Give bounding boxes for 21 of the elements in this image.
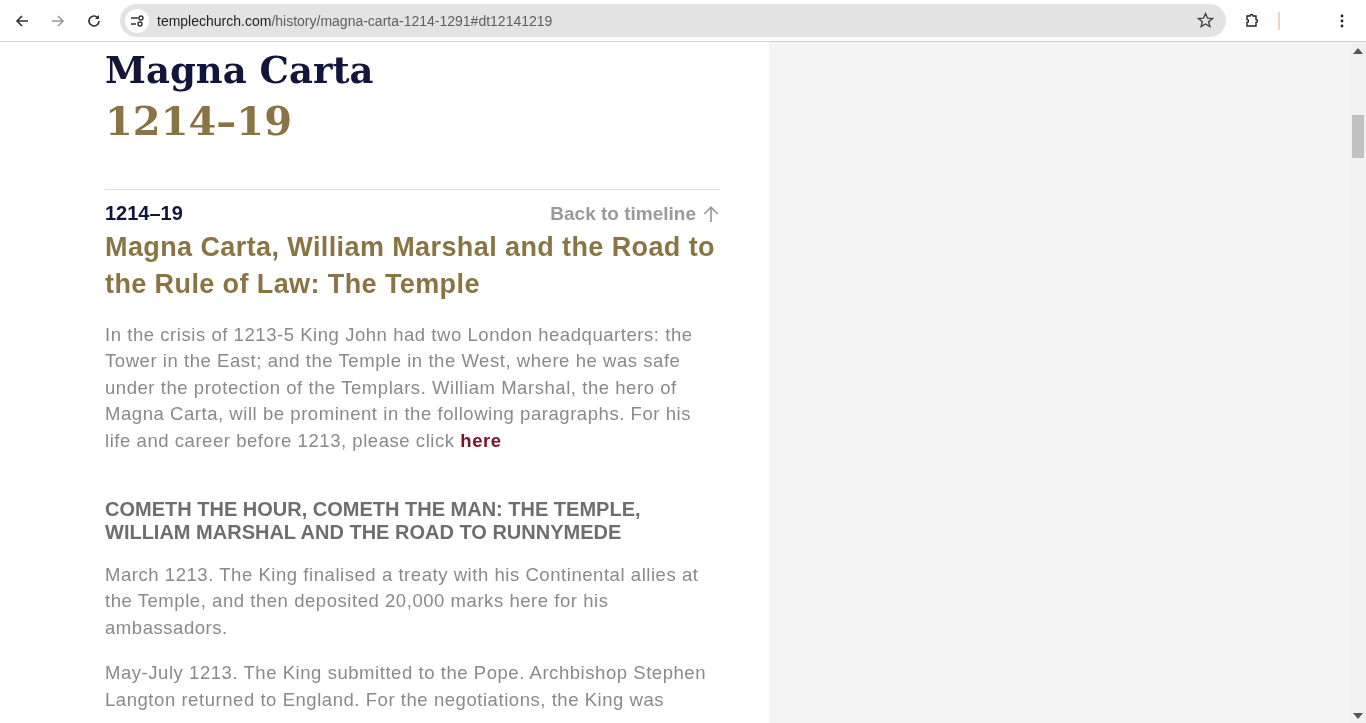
paragraph: March 1213. The King finalised a treaty with his Continental allies at the Temple, and then deposited 20,000 marks here for his ambassadors. [105, 563, 700, 640]
bookmark-star-icon[interactable] [1197, 12, 1214, 29]
arrow-up-icon [702, 204, 720, 223]
scrollbar-thumb[interactable] [1352, 115, 1364, 158]
intro-paragraph: In the crisis of 1213-5 King John had two London headquarters: the Tower in the East; and the Temple in the West, where he was safe under the protection of the Templars. William Marshal, the hero of Magna Carta, will be prominent in the following paragraphs. For his life and career before 1213, please click here [105, 323, 694, 453]
page-title: Magna Carta [105, 47, 375, 94]
entry-heading: Magna Carta, William Marshal and the Road to the Rule of Law: The Temple [105, 231, 716, 301]
here-link[interactable]: here [460, 429, 502, 451]
address-bar[interactable]: templechurch.com/history/magna-carta-1214-1291#dt12141219 [120, 4, 1226, 37]
extensions-icon[interactable] [1244, 12, 1260, 29]
reload-icon[interactable] [86, 12, 102, 29]
scroll-up-icon[interactable] [1353, 48, 1363, 54]
url-text: templechurch.com/history/magna-carta-1214-1291#dt12141219 [157, 12, 554, 29]
paragraph: May-July 1213. The King submitted to the Pope. Archbishop Stephen Langton returned to England. For the negotiations, the King was [105, 661, 708, 712]
back-icon[interactable] [14, 12, 30, 29]
site-settings-icon[interactable] [125, 8, 149, 33]
entry-date: 1214–19 [105, 202, 183, 225]
section-heading: COMETH THE HOUR, COMETH THE MAN: THE TEMPLE, WILLIAM MARSHAL AND THE ROAD TO RUNNYMEDE [105, 498, 642, 545]
forward-icon[interactable] [50, 12, 66, 29]
title-dates: 1214–19 [105, 96, 293, 146]
scroll-down-icon[interactable] [1353, 713, 1363, 719]
